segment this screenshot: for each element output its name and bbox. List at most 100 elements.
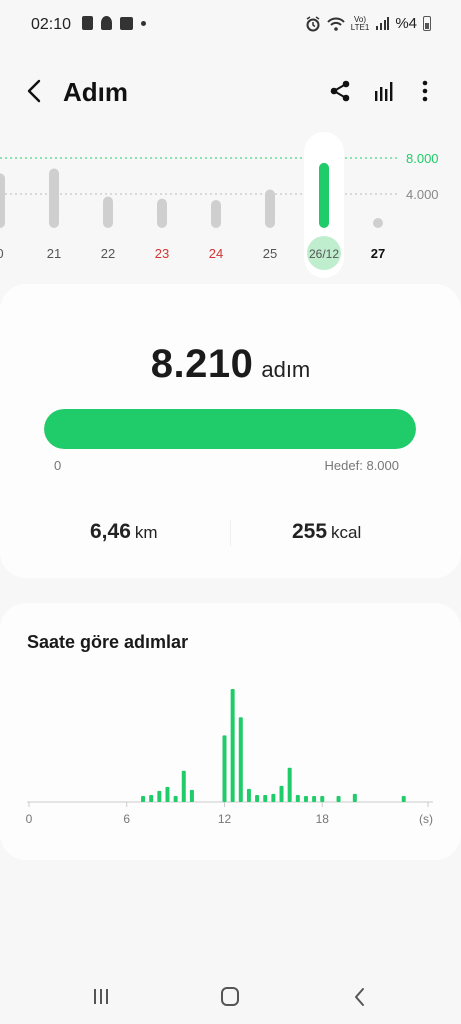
- daily-day-label[interactable]: 21: [47, 246, 61, 261]
- status-time: 02:10: [31, 16, 72, 33]
- hourly-bar: [320, 795, 325, 802]
- hourly-steps-chart: 0 6 12 18 (s): [26, 689, 433, 826]
- hourly-steps-card[interactable]: Saate göre adımlar 0 6 12 18 (s): [0, 603, 461, 860]
- steps-value: 8.210: [150, 342, 254, 386]
- bar-chart-icon: [375, 82, 393, 101]
- sim-icon: [82, 16, 93, 30]
- recent-apps-button[interactable]: [86, 984, 116, 1010]
- hourly-ticks: [28, 802, 429, 807]
- daily-bar[interactable]: [157, 198, 167, 228]
- mid-axis-label: 4.000: [406, 187, 439, 202]
- hourly-bar: [263, 794, 268, 802]
- hourly-bar: [312, 795, 317, 802]
- back-icon: [355, 988, 364, 1006]
- hourly-x-label: 6: [123, 812, 130, 826]
- nav-back-button[interactable]: [345, 984, 375, 1010]
- hourly-bar: [352, 793, 357, 802]
- home-button[interactable]: [215, 984, 245, 1010]
- hourly-title: Saate göre adımlar: [27, 632, 189, 652]
- back-arrow-icon: [27, 79, 41, 103]
- goal-progress-bar: [44, 409, 416, 449]
- chart-button[interactable]: [370, 76, 400, 106]
- hourly-bars: [141, 689, 406, 802]
- home-icon: [221, 987, 239, 1006]
- hourly-bar: [295, 794, 300, 802]
- share-icon: [330, 80, 350, 102]
- goal-axis-label: 8.000: [406, 151, 439, 166]
- goal-progress-fill: [44, 409, 416, 449]
- hourly-bar: [255, 794, 260, 802]
- hourly-bar: [149, 794, 154, 802]
- progress-min-label: 0: [54, 458, 62, 473]
- daily-day-label[interactable]: 22: [101, 246, 115, 261]
- hourly-bar: [287, 767, 292, 802]
- calories-value: 255: [292, 520, 328, 543]
- daily-day-label[interactable]: 24: [209, 246, 223, 261]
- wifi-icon: [327, 17, 345, 31]
- volte-icon: Vo) LTE1: [350, 15, 370, 32]
- stat-divider: [230, 520, 231, 546]
- hourly-x-label: (s): [419, 812, 433, 826]
- hourly-bar: [157, 790, 162, 802]
- daily-day-label[interactable]: 25: [263, 246, 277, 261]
- daily-bar[interactable]: [0, 173, 5, 228]
- hourly-bar: [246, 788, 251, 802]
- back-button[interactable]: [22, 76, 48, 106]
- hourly-x-label: 12: [218, 812, 232, 826]
- daily-bars: 0 21 22 23 24 25 26/12 27: [0, 132, 385, 278]
- box-icon: [120, 16, 133, 30]
- steps-unit: adım: [261, 357, 311, 382]
- daily-day-label[interactable]: 0: [0, 246, 4, 261]
- page-title: Adım: [63, 77, 128, 107]
- hourly-bar: [230, 689, 235, 802]
- daily-bar-empty[interactable]: [373, 218, 383, 228]
- more-options-button[interactable]: [410, 76, 440, 106]
- hourly-labels: 0 6 12 18 (s): [26, 812, 433, 826]
- daily-day-label[interactable]: 23: [155, 246, 169, 261]
- daily-day-label[interactable]: 26/12: [309, 247, 339, 261]
- hourly-x-label: 0: [26, 812, 33, 826]
- calories-stat: 255 kcal: [292, 520, 361, 544]
- app-header: Adım: [0, 60, 461, 122]
- summary-card: 8.210 adım 0 Hedef: 8.000 6,46 km 255 kcal: [0, 284, 461, 578]
- notification-icon: [101, 16, 112, 30]
- daily-bar[interactable]: [265, 189, 275, 229]
- daily-bar[interactable]: [103, 196, 113, 229]
- hourly-bar: [165, 786, 170, 802]
- status-left-icons: [82, 16, 146, 30]
- hourly-bar: [173, 795, 178, 802]
- more-vert-icon: [422, 80, 428, 102]
- recent-apps-icon: [94, 989, 108, 1004]
- progress-goal-label: Hedef: 8.000: [324, 458, 399, 473]
- status-bar: 02:10 Vo) LTE1 %4: [0, 0, 461, 50]
- distance-stat: 6,46 km: [90, 520, 158, 544]
- hourly-bar: [303, 795, 308, 802]
- hourly-bar: [181, 770, 186, 802]
- daily-bar[interactable]: [319, 162, 329, 228]
- hourly-bar: [279, 785, 284, 802]
- hourly-x-label: 18: [316, 812, 330, 826]
- battery-percent: %4: [395, 15, 417, 32]
- signal-icon: [376, 16, 390, 30]
- alarm-icon: [306, 15, 320, 31]
- hourly-bar: [141, 795, 146, 802]
- daily-bar[interactable]: [49, 168, 59, 229]
- dot-icon: [141, 20, 146, 26]
- steps-total: 8.210 adım: [0, 342, 461, 387]
- battery-icon: [423, 16, 431, 31]
- daily-day-label[interactable]: 27: [371, 246, 385, 261]
- system-nav-bar: [0, 970, 461, 1024]
- hourly-bar: [222, 735, 227, 802]
- distance-unit: km: [134, 523, 158, 542]
- distance-value: 6,46: [90, 520, 131, 543]
- daily-bar[interactable]: [211, 200, 221, 228]
- hourly-bar: [238, 717, 243, 802]
- hourly-bar: [271, 793, 276, 802]
- daily-steps-chart[interactable]: 8.000 4.000 0 21 22 23 24 25 26/12 27: [0, 130, 461, 280]
- status-right-icons: Vo) LTE1 %4: [305, 15, 431, 32]
- hourly-bar: [189, 789, 194, 802]
- lte-label: LTE1: [350, 22, 370, 32]
- hourly-bar: [336, 795, 341, 802]
- share-button[interactable]: [326, 76, 356, 106]
- calories-unit: kcal: [331, 523, 362, 542]
